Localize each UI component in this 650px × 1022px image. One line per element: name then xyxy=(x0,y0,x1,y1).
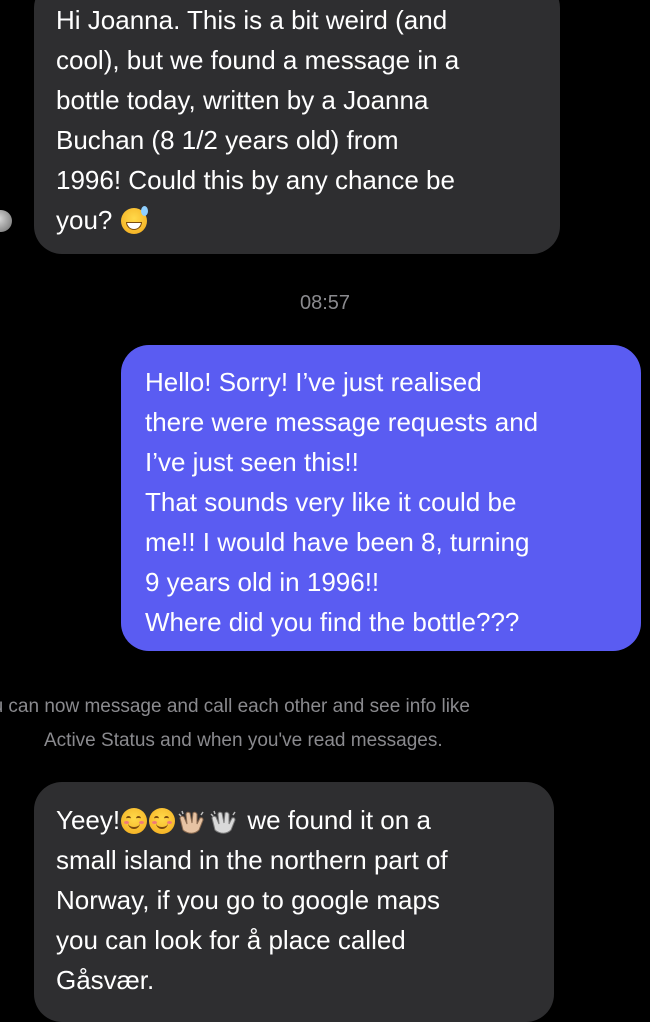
clapping-hands-emoji xyxy=(177,808,207,834)
message-line: you can look for å place called xyxy=(56,925,406,955)
message-line: Hi Joanna. This is a bit weird (and xyxy=(56,5,448,35)
incoming-message-bubble[interactable]: Yeey! we found it on a small island in t… xyxy=(34,782,554,1022)
message-line: Buchan (8 1/2 years old) from xyxy=(56,125,399,155)
message-line: Gåsvær. xyxy=(56,965,155,995)
message-text: you? xyxy=(56,205,113,235)
message-line: me!! I would have been 8, turning xyxy=(145,527,530,557)
message-line-last: you? xyxy=(56,200,560,240)
message-text: Yeey! xyxy=(56,805,121,835)
message-line: there were message requests and xyxy=(145,407,539,437)
message-line: That sounds very like it could be xyxy=(145,487,517,517)
message-text: we found it on a xyxy=(240,805,431,835)
message-line: 1996! Could this by any chance be xyxy=(56,165,455,195)
clapping-hands-emoji xyxy=(209,808,239,834)
smiling-face-emoji xyxy=(149,808,176,834)
sender-avatar[interactable] xyxy=(0,210,12,232)
sweat-smile-emoji xyxy=(120,206,148,234)
outgoing-message-bubble[interactable]: Hello! Sorry! I’ve just realised there w… xyxy=(121,345,641,651)
smiling-face-emoji xyxy=(121,808,148,834)
system-notice-line: Active Status and when you've read messa… xyxy=(44,730,443,751)
message-line: Hello! Sorry! I’ve just realised xyxy=(145,367,482,397)
message-timestamp: 08:57 xyxy=(299,292,351,314)
message-line: I’ve just seen this!! xyxy=(145,447,359,477)
system-notice-line: ou can now message and call each other a… xyxy=(0,696,470,717)
chat-thread: Hi Joanna. This is a bit weird (and cool… xyxy=(0,0,650,1022)
incoming-message-bubble[interactable]: Hi Joanna. This is a bit weird (and cool… xyxy=(34,0,560,254)
message-line: Where did you find the bottle??? xyxy=(145,607,520,637)
message-line-first: Yeey! we found it on a xyxy=(56,800,554,840)
system-notice: ou can now message and call each other a… xyxy=(0,690,650,758)
message-line: small island in the northern part of xyxy=(56,845,448,875)
message-line: bottle today, written by a Joanna xyxy=(56,85,429,115)
message-line: Norway, if you go to google maps xyxy=(56,885,440,915)
message-line: cool), but we found a message in a xyxy=(56,45,460,75)
message-line: 9 years old in 1996!! xyxy=(145,567,380,597)
